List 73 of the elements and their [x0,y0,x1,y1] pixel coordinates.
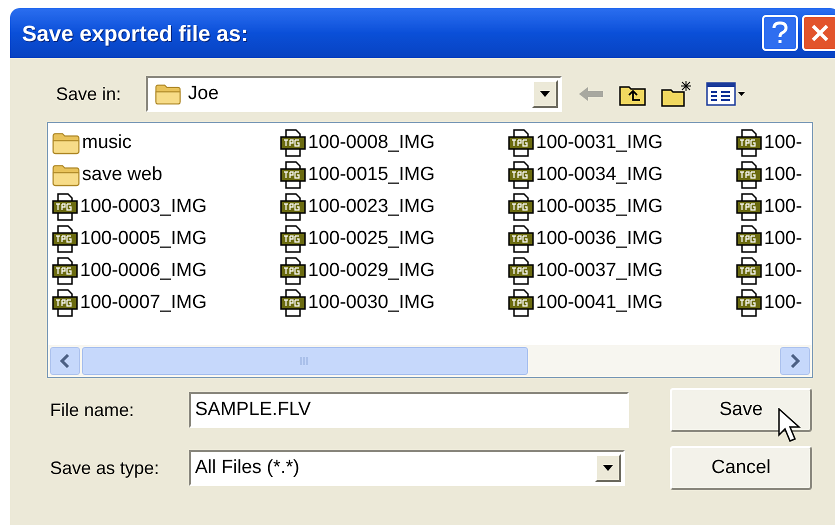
save-in-label: Save in: [56,82,122,106]
close-icon [810,23,830,43]
file-item[interactable]: 100- [736,159,812,191]
grip-icon [300,357,310,365]
image-file-icon [52,257,78,285]
image-file-icon [280,225,306,253]
image-file-icon [280,289,306,317]
image-file-icon [736,193,762,221]
folder-icon [52,131,80,155]
image-file-icon [280,193,306,221]
file-item[interactable]: 100-0023_IMG [280,191,508,223]
cancel-button[interactable]: Cancel [670,446,812,490]
file-item[interactable]: 100-0005_IMG [52,223,280,255]
file-name-label: File name: [50,398,136,422]
save-in-dropdown[interactable]: Joe [146,76,562,112]
help-icon [772,21,788,45]
file-item[interactable]: 100- [736,223,812,255]
file-item[interactable]: 100-0006_IMG [52,255,280,287]
window-title: Save exported file as: [22,20,250,48]
file-item[interactable]: save web [52,159,280,191]
image-file-icon [52,289,78,317]
save-as-type-dropdown[interactable]: All Files (*.*) [189,450,625,486]
image-file-icon [52,193,78,221]
view-menu-icon[interactable] [706,82,746,106]
file-item[interactable]: music [52,127,280,159]
file-item[interactable]: 100-0003_IMG [52,191,280,223]
image-file-icon [736,129,762,157]
caret-icon [603,465,613,471]
image-file-icon [280,257,306,285]
new-folder-icon[interactable] [660,80,692,108]
folder-icon [52,163,80,187]
scroll-right-button[interactable] [780,347,810,375]
file-item[interactable]: 100-0015_IMG [280,159,508,191]
image-file-icon [508,193,534,221]
image-file-icon [508,129,534,157]
folder-icon [154,83,182,105]
file-item[interactable]: 100-0037_IMG [508,255,736,287]
file-item[interactable]: 100-0029_IMG [280,255,508,287]
file-item[interactable]: 100-0007_IMG [52,287,280,319]
image-file-icon [280,161,306,189]
file-item[interactable]: 100- [736,127,812,159]
file-item[interactable]: 100-0041_IMG [508,287,736,319]
file-item[interactable]: 100-0008_IMG [280,127,508,159]
file-item[interactable]: 100-0030_IMG [280,287,508,319]
mouse-cursor-icon [778,408,804,444]
image-file-icon [508,289,534,317]
image-file-icon [736,289,762,317]
horizontal-scrollbar[interactable] [48,345,812,377]
dropdown-button[interactable] [532,80,558,108]
save-as-type-label: Save as type: [50,456,160,480]
file-item[interactable]: 100-0025_IMG [280,223,508,255]
image-file-icon [508,161,534,189]
scroll-left-button[interactable] [50,347,80,375]
image-file-icon [508,225,534,253]
file-name-field[interactable]: SAMPLE.FLV [189,392,629,428]
file-item[interactable]: 100-0034_IMG [508,159,736,191]
help-button[interactable] [762,15,798,51]
file-item[interactable]: 100-0036_IMG [508,223,736,255]
image-file-icon [280,129,306,157]
file-item[interactable]: 100- [736,191,812,223]
close-button[interactable] [802,15,835,51]
image-file-icon [52,225,78,253]
caret-icon [540,91,550,97]
image-file-icon [508,257,534,285]
scroll-thumb[interactable] [82,347,528,375]
image-file-icon [736,225,762,253]
file-item[interactable]: 100-0035_IMG [508,191,736,223]
image-file-icon [736,257,762,285]
image-file-icon [736,161,762,189]
file-item[interactable]: 100- [736,255,812,287]
dropdown-button[interactable] [595,454,621,482]
file-item[interactable]: 100-0031_IMG [508,127,736,159]
file-item[interactable]: 100- [736,287,812,319]
